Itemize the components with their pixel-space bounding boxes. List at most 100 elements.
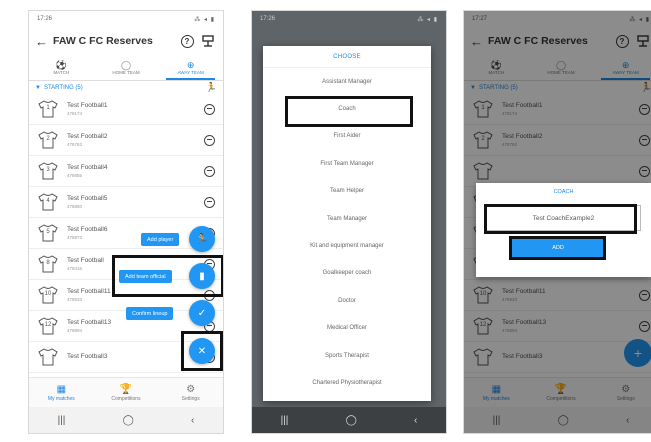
player-info: Test Football4 478855 [67, 164, 204, 178]
home-icon[interactable]: ◯ [123, 415, 134, 426]
phone-screen-add-coach: 17:27 ⁂ ◂ ▮ ← FAW C FC Reserves ? ⚽ MATC… [463, 10, 651, 434]
shirt-icon: 1 [37, 100, 59, 118]
role-option[interactable]: First Team Manager [263, 150, 431, 177]
role-option[interactable]: Medical Officer [263, 315, 431, 342]
player-name: Test Football13 [67, 319, 112, 326]
shirt-number: 5 [46, 229, 50, 235]
whistle-icon[interactable] [199, 32, 217, 50]
player-name: Test Football1 [67, 102, 108, 109]
starting-section-header[interactable]: ▼ STARTING (5) 🏃 [29, 81, 223, 94]
remove-icon[interactable] [204, 134, 215, 146]
player-info: Test Football2 478763 [67, 133, 204, 147]
player-id: 478850 [67, 204, 83, 209]
shirt-icon: 10 [37, 286, 59, 304]
nav-label: My matches [47, 395, 75, 402]
home-team-icon: ◯ [120, 60, 132, 70]
role-option[interactable]: Team Helper [263, 178, 431, 205]
shirt-number: 8 [46, 260, 50, 266]
confirm-lineup-button[interactable]: ✓ [189, 300, 215, 326]
status-time: 17:26 [37, 16, 53, 22]
tab-match[interactable]: ⚽ MATCH [29, 55, 94, 80]
status-icons: ⁂ ◂ ▮ [417, 16, 438, 23]
confirm-lineup-label[interactable]: Confirm lineup [126, 307, 174, 320]
page-title: FAW C FC Reserves [53, 35, 153, 47]
status-time: 17:26 [260, 16, 276, 22]
shirt-icon [37, 348, 59, 366]
highlight-box-coach [285, 96, 413, 127]
role-option[interactable]: Chartered Physiotherapist [263, 369, 431, 396]
shirt-number: 10 [44, 291, 52, 297]
shirt-icon: 2 [37, 131, 59, 149]
player-id: 478855 [67, 173, 83, 178]
role-option[interactable]: Team Manager [263, 205, 431, 232]
role-option[interactable]: Assistant Manager [263, 68, 431, 95]
remove-icon[interactable] [204, 196, 215, 208]
trophy-icon: 🏆 [119, 383, 133, 395]
shirt-icon: 3 [37, 162, 59, 180]
back-icon[interactable]: ‹ [414, 415, 417, 426]
home-icon[interactable]: ◯ [346, 415, 357, 426]
player-id: 478174 [67, 111, 83, 116]
phone-screen-lineup: 17:26 ⁂ ◂ ▮ ← FAW C FC Reserves ? ⚽ MATC… [28, 10, 224, 434]
tab-away-team[interactable]: ⊕ AWAY TEAM [158, 55, 223, 80]
recents-icon[interactable]: ||| [58, 415, 66, 426]
shirt-icon: 4 [37, 193, 59, 211]
player-info: Test Football6 478873 [67, 226, 204, 240]
player-row[interactable]: 1 Test Football1 478174 [29, 94, 223, 125]
player-row[interactable]: 4 Test Football5 478850 [29, 187, 223, 218]
nav-label: Settings [181, 395, 200, 402]
tab-home-team[interactable]: ◯ HOME TEAM [94, 55, 159, 80]
player-name: Test Football2 [67, 133, 108, 140]
back-icon[interactable]: ‹ [191, 415, 194, 426]
nav-settings[interactable]: ⚙ Settings [158, 378, 223, 407]
back-arrow-icon[interactable]: ← [35, 34, 53, 49]
highlight-box-close [181, 331, 223, 371]
shirt-number: 12 [44, 322, 52, 328]
help-icon[interactable]: ? [178, 32, 196, 50]
system-navigation: ||| ◯ ‹ [29, 407, 223, 433]
nav-label: Competitions [111, 395, 141, 402]
highlight-box-add [509, 236, 606, 260]
nav-my-matches[interactable]: ▦ My matches [29, 378, 94, 407]
role-option[interactable]: Kit and equipment manager [263, 232, 431, 259]
recents-icon[interactable]: ||| [281, 415, 289, 426]
player-id: 478763 [67, 142, 83, 147]
player-info: Test Football1 478174 [67, 102, 204, 116]
team-tabs: ⚽ MATCH ◯ HOME TEAM ⊕ AWAY TEAM [29, 55, 223, 81]
player-row[interactable]: 2 Test Football2 478763 [29, 125, 223, 156]
shirt-icon: 8 [37, 255, 59, 273]
section-label: STARTING (5) [43, 84, 83, 91]
bottom-navigation: ▦ My matches 🏆 Competitions ⚙ Settings [29, 377, 223, 407]
running-person-icon: 🏃 [195, 233, 209, 245]
away-team-icon: ⊕ [186, 60, 195, 70]
system-navigation: ||| ◯ ‹ [252, 407, 446, 433]
shirt-number: 2 [46, 136, 50, 142]
player-name: Test Football4 [67, 164, 108, 171]
status-bar: 17:26 ⁂ ◂ ▮ [252, 11, 446, 27]
football-icon: ⚽ [55, 60, 67, 70]
add-player-button[interactable]: 🏃 [189, 226, 215, 252]
shirt-number: 4 [46, 198, 50, 204]
player-row[interactable]: 3 Test Football4 478855 [29, 156, 223, 187]
highlight-box-add-official [112, 255, 223, 297]
gear-icon: ⚙ [186, 383, 196, 395]
calendar-icon: ▦ [56, 383, 67, 395]
check-icon: ✓ [197, 307, 207, 319]
shirt-icon: 12 [37, 317, 59, 335]
player-id: 478933 [67, 297, 83, 302]
role-option[interactable]: Sports Therapist [263, 342, 431, 369]
shirt-number: 1 [46, 105, 50, 111]
player-name: Test Football6 [67, 226, 108, 233]
remove-icon[interactable] [204, 165, 215, 177]
tab-label: MATCH [53, 70, 70, 75]
remove-icon[interactable] [204, 103, 215, 115]
shirt-icon: 5 [37, 224, 59, 242]
role-option[interactable]: Doctor [263, 287, 431, 314]
dialog-title: COACH [553, 189, 574, 195]
dialog-title: CHOOSE [263, 46, 431, 68]
add-player-label[interactable]: Add player [141, 233, 180, 246]
running-person-icon: 🏃 [205, 82, 217, 92]
nav-competitions[interactable]: 🏆 Competitions [94, 378, 159, 407]
role-option[interactable]: Goalkeeper coach [263, 260, 431, 287]
player-name: Test Football5 [67, 195, 108, 202]
